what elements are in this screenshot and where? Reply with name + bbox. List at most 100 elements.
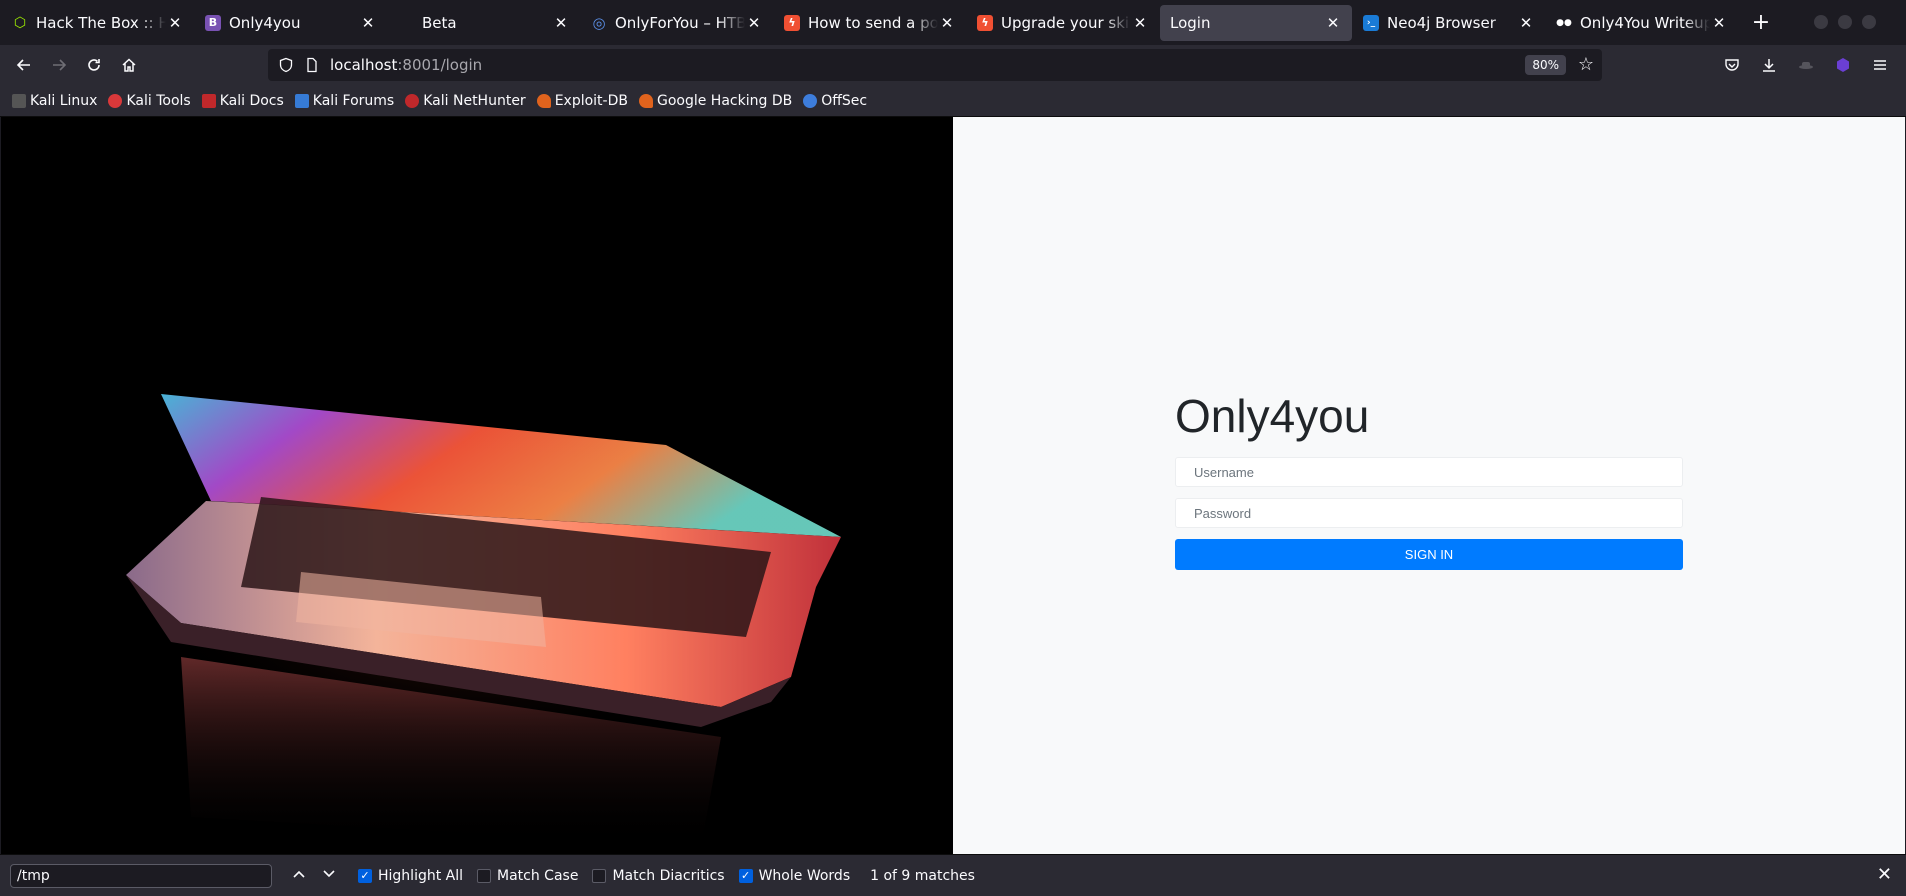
tab-hackthebox[interactable]: ⬡ Hack The Box :: Hack ✕ <box>2 5 194 41</box>
maximize-button[interactable] <box>1838 15 1852 29</box>
tab-label: Only4you <box>229 13 301 32</box>
find-bar: /tmp ✓ Highlight All Match Case Match Dia… <box>0 854 1906 896</box>
bootstrap-icon: B <box>205 14 221 31</box>
whole-words-checkbox[interactable]: ✓ Whole Words <box>738 868 850 884</box>
tab-upgrade-skills[interactable]: ϟ Upgrade your skills w ✕ <box>967 5 1159 41</box>
login-form: Only4you Username Password SIGN IN <box>1175 387 1683 570</box>
match-count: 1 of 9 matches <box>870 867 975 884</box>
vpn-extension-button[interactable] <box>1825 49 1861 81</box>
close-icon[interactable]: ✕ <box>552 14 570 32</box>
tab-how-to-send-post[interactable]: ϟ How to send a post r ✕ <box>774 5 966 41</box>
tab-label: Hack The Box :: Hack <box>36 13 166 32</box>
bookmark-label: Kali Tools <box>126 92 191 109</box>
close-icon[interactable]: ✕ <box>745 14 763 32</box>
chevron-up-icon <box>293 870 305 878</box>
checkmark-icon: ✓ <box>738 868 753 883</box>
tab-neo4j-browser[interactable]: ›_ Neo4j Browser ✕ <box>1353 5 1545 41</box>
tab-login[interactable]: Login ✕ <box>1160 4 1352 41</box>
kali-tools-icon <box>108 93 123 108</box>
sign-in-button[interactable]: SIGN IN <box>1175 539 1683 570</box>
reload-button[interactable] <box>77 49 111 81</box>
medium-icon: ●● <box>1556 17 1572 28</box>
match-case-checkbox[interactable]: Match Case <box>477 868 578 884</box>
url-bar[interactable]: localhost:8001/login 80% ☆ <box>268 49 1602 81</box>
close-icon[interactable]: ✕ <box>1710 14 1728 32</box>
menu-button[interactable] <box>1862 49 1898 81</box>
bookmark-kali-nethunter[interactable]: Kali NetHunter <box>405 93 526 109</box>
terminal-icon: ›_ <box>1363 14 1379 31</box>
find-next-button[interactable] <box>314 866 344 885</box>
tab-label: Upgrade your skills w <box>1001 13 1131 32</box>
highlight-all-checkbox[interactable]: ✓ Highlight All <box>358 868 463 884</box>
close-icon[interactable]: ✕ <box>1324 14 1342 32</box>
close-window-button[interactable] <box>1862 15 1876 29</box>
username-input[interactable]: Username <box>1175 457 1683 487</box>
toolbar-right <box>1713 49 1898 81</box>
window-controls <box>1814 15 1876 29</box>
tab-onlyforyou-htb[interactable]: ◎ OnlyForYou – HTB - l ✕ <box>581 5 773 41</box>
reload-icon <box>88 59 100 71</box>
bookmark-offsec[interactable]: OffSec <box>803 93 867 109</box>
bookmark-star-icon[interactable]: ☆ <box>1578 54 1594 75</box>
browser-window: ⬡ Hack The Box :: Hack ✕ B Only4you ✕ Be… <box>0 0 1906 896</box>
navigation-bar: localhost:8001/login 80% ☆ <box>0 45 1906 85</box>
lightning-icon: ϟ <box>784 14 800 31</box>
bookmarks-toolbar: Kali Linux Kali Tools Kali Docs Kali For… <box>0 85 1906 117</box>
tab-label: OnlyForYou – HTB - l <box>615 13 745 32</box>
forward-button[interactable] <box>42 49 76 81</box>
home-icon <box>122 58 136 72</box>
home-button[interactable] <box>112 49 146 81</box>
bookmark-kali-forums[interactable]: Kali Forums <box>294 92 395 109</box>
tab-label: Only4You Writeup — <box>1580 13 1710 32</box>
url-text[interactable]: localhost:8001/login <box>330 56 482 74</box>
checkmark-icon: ✓ <box>358 868 372 883</box>
checkbox-empty-icon <box>592 868 607 883</box>
bookmark-kali-linux[interactable]: Kali Linux <box>12 93 97 109</box>
zoom-level-button[interactable]: 80% <box>1525 55 1566 75</box>
bookmark-label: Google Hacking DB <box>656 92 793 109</box>
tab-strip: ⬡ Hack The Box :: Hack ✕ B Only4you ✕ Be… <box>0 0 1906 45</box>
close-icon[interactable]: ✕ <box>1131 14 1149 32</box>
page-title: Only4you <box>1175 390 1370 442</box>
page-content: Only4you Username Password SIGN IN <box>1 117 1905 854</box>
url-path: :8001/login <box>397 56 483 74</box>
kali-nethunter-icon <box>405 93 420 108</box>
bookmark-google-hacking-db[interactable]: Google Hacking DB <box>638 92 793 109</box>
tab-only4you-writeup[interactable]: ●● Only4You Writeup — ✕ <box>1546 5 1738 41</box>
close-icon[interactable]: ✕ <box>938 14 956 32</box>
bookmark-label: Kali Forums <box>312 92 395 109</box>
laptop-illustration <box>126 394 841 847</box>
extension-button[interactable] <box>1788 49 1824 81</box>
kali-docs-icon <box>201 93 216 108</box>
match-diacritics-checkbox[interactable]: Match Diacritics <box>592 867 725 884</box>
option-label: Match Diacritics <box>612 867 725 884</box>
back-button[interactable] <box>7 49 41 81</box>
option-label: Match Case <box>497 867 579 884</box>
pocket-button[interactable] <box>1714 49 1750 81</box>
close-find-bar-icon[interactable]: ✕ <box>1877 864 1892 885</box>
new-tab-button[interactable]: + <box>1743 5 1779 41</box>
find-previous-button[interactable] <box>284 866 314 885</box>
option-label: Highlight All <box>378 867 464 884</box>
bookmark-kali-docs[interactable]: Kali Docs <box>201 93 284 109</box>
close-icon[interactable]: ✕ <box>359 14 377 32</box>
bookmark-exploit-db[interactable]: Exploit-DB <box>536 92 628 109</box>
tab-label: Beta <box>422 13 457 32</box>
downloads-button[interactable] <box>1751 49 1787 81</box>
chevron-down-icon <box>323 870 335 878</box>
password-input[interactable]: Password <box>1175 498 1683 528</box>
tab-only4you[interactable]: B Only4you ✕ <box>195 5 387 41</box>
ghdb-icon <box>638 93 653 108</box>
close-icon[interactable]: ✕ <box>1517 14 1535 32</box>
bookmark-label: Exploit-DB <box>554 92 628 109</box>
kali-forums-icon <box>294 93 309 108</box>
checkbox-empty-icon <box>477 868 492 883</box>
close-icon[interactable]: ✕ <box>166 14 184 32</box>
blank-page-icon <box>398 15 414 31</box>
bookmark-kali-tools[interactable]: Kali Tools <box>108 92 191 109</box>
find-input[interactable]: /tmp <box>10 863 272 888</box>
minimize-button[interactable] <box>1814 15 1828 29</box>
tab-beta[interactable]: Beta ✕ <box>388 5 580 41</box>
bookmark-label: Kali Linux <box>30 92 98 109</box>
download-icon <box>1763 59 1775 72</box>
